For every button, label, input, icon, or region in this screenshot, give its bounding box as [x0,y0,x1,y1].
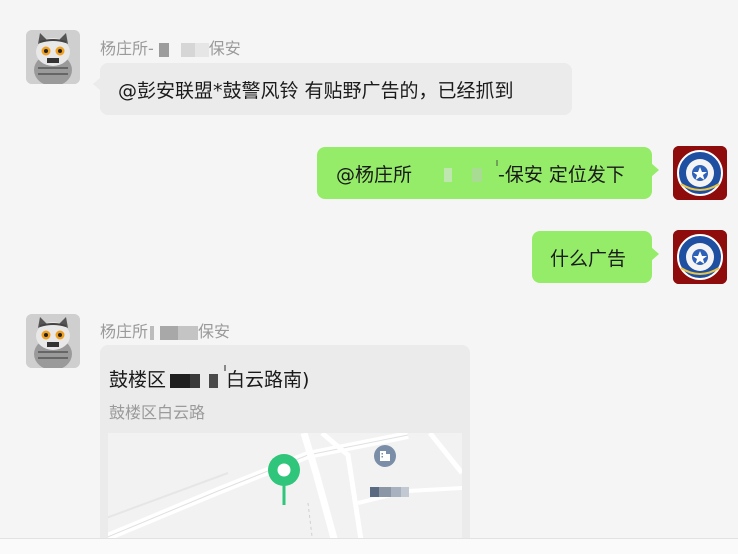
location-message-card[interactable]: 鼓楼区 白云路南) 鼓楼区白云路 [100,345,470,553]
location-name: 鼓楼区 白云路南) [109,365,309,392]
sender-name: 杨庄所 保安 [100,322,231,341]
location-address: 鼓楼区白云路 [109,403,206,422]
map-poi-label [370,481,409,500]
message-bubble[interactable]: 什么广告 [532,231,659,283]
sender-name: 杨庄所- 保安 [100,39,241,58]
message-bubble[interactable]: @彭安联盟*鼓警风铃 有贴野广告的，已经抓到 [93,63,572,115]
police-badge-avatar[interactable] [673,230,727,284]
message-input-bar[interactable] [0,538,738,554]
message-bubble[interactable]: @杨庄所 -保安 定位发下 [317,147,659,199]
message-text: @彭安联盟*鼓警风铃 有贴野广告的，已经抓到 [118,79,514,102]
police-badge-avatar[interactable] [673,146,727,200]
map-preview[interactable] [108,433,462,553]
location-pin-icon [268,454,300,505]
message-text: @杨庄所 -保安 定位发下 [336,159,625,187]
sender-avatar[interactable] [26,30,80,84]
message-text: 什么广告 [550,247,627,270]
sender-avatar[interactable] [26,314,80,368]
building-icon [374,445,396,467]
